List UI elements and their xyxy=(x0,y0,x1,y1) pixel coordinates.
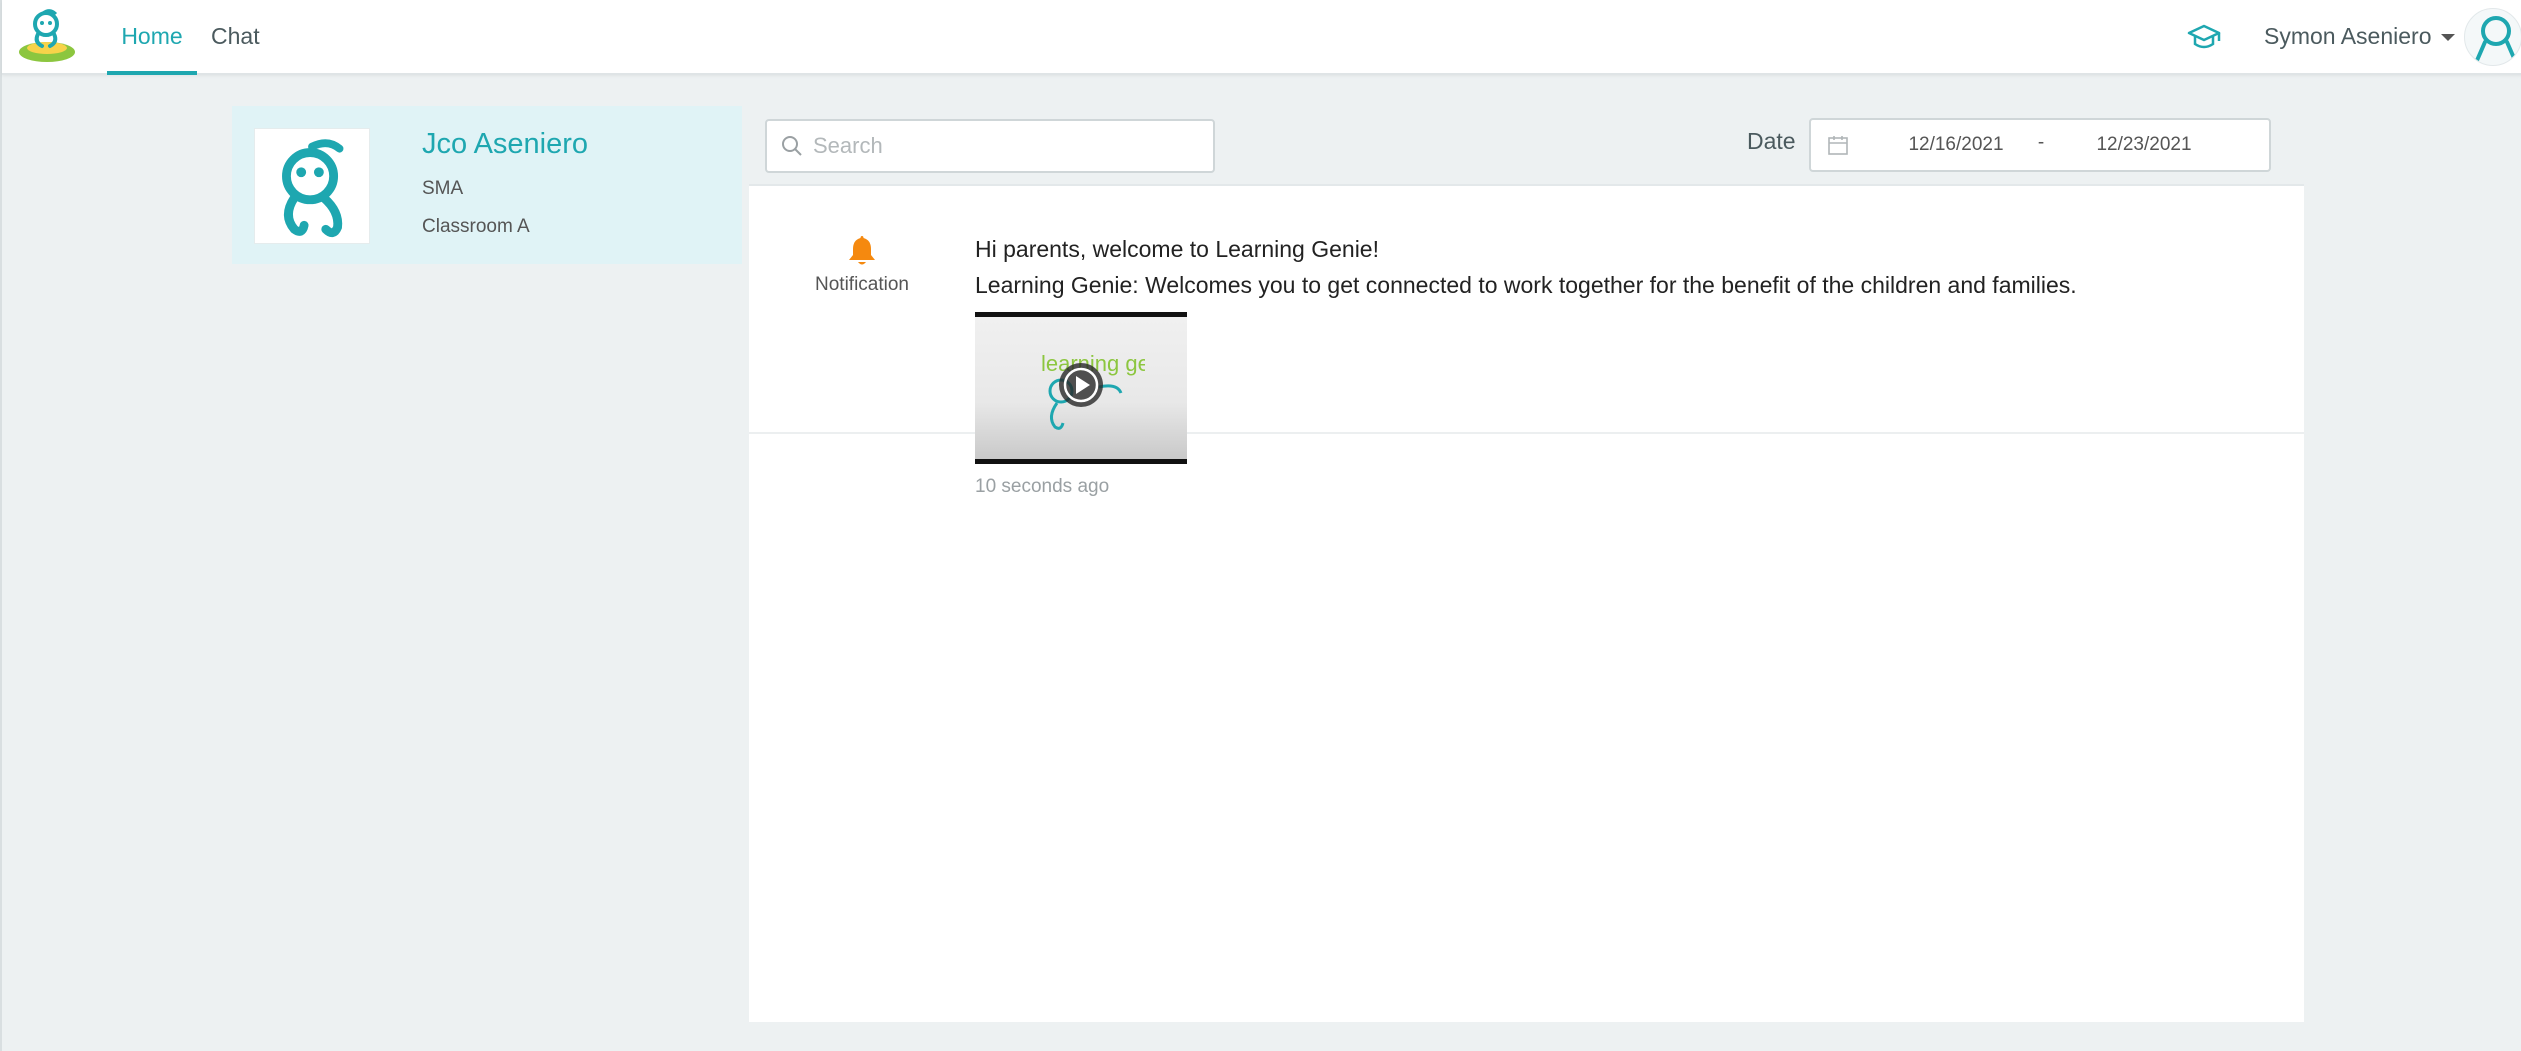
feed-panel: Date 12/16/2021 - 12/23/2021 Notificatio… xyxy=(749,106,2304,1022)
date-separator: - xyxy=(2037,132,2045,153)
child-name: Jco Aseniero xyxy=(422,128,589,160)
calendar-icon xyxy=(1828,136,1848,155)
date-range-picker[interactable]: 12/16/2021 - 12/23/2021 xyxy=(1809,118,2271,172)
child-school: SMA xyxy=(422,178,464,199)
child-profile-card[interactable]: Jco Aseniero SMA Classroom A xyxy=(232,106,742,264)
top-nav-bar: Home Chat Symon Aseniero xyxy=(2,0,2521,75)
graduation-cap-icon[interactable] xyxy=(2187,22,2221,52)
play-icon[interactable] xyxy=(1057,361,1105,409)
chevron-down-icon xyxy=(2441,34,2456,42)
user-avatar-icon xyxy=(2473,16,2519,65)
app-logo-icon[interactable] xyxy=(16,6,78,64)
user-avatar[interactable] xyxy=(2464,8,2521,66)
feed-message-title: Hi parents, welcome to Learning Genie! xyxy=(975,236,1379,262)
feed-toolbar: Date 12/16/2021 - 12/23/2021 xyxy=(749,106,2304,186)
date-start-field[interactable]: 12/16/2021 xyxy=(1891,134,2021,156)
search-box[interactable] xyxy=(765,119,1215,173)
feed-item: Notification Hi parents, welcome to Lear… xyxy=(749,188,2304,497)
genie-avatar-icon xyxy=(282,139,344,238)
bell-icon xyxy=(849,236,875,265)
feed-timestamp: 10 seconds ago xyxy=(975,476,1110,497)
user-menu[interactable]: Symon Aseniero xyxy=(2264,0,2456,75)
user-name: Symon Aseniero xyxy=(2264,23,2432,49)
child-avatar xyxy=(254,128,370,244)
date-end-field[interactable]: 12/23/2021 xyxy=(2079,134,2209,156)
tab-chat[interactable]: Chat xyxy=(211,0,260,75)
child-classroom: Classroom A xyxy=(422,216,530,237)
video-thumbnail[interactable]: learning genie xyxy=(975,312,1187,464)
feed-type-label: Notification xyxy=(815,274,909,295)
search-icon xyxy=(782,136,802,156)
date-label: Date xyxy=(1747,128,1796,154)
feed-message-body: Learning Genie: Welcomes you to get conn… xyxy=(975,272,2077,298)
search-input[interactable] xyxy=(813,121,1203,171)
tab-home[interactable]: Home xyxy=(107,0,197,75)
